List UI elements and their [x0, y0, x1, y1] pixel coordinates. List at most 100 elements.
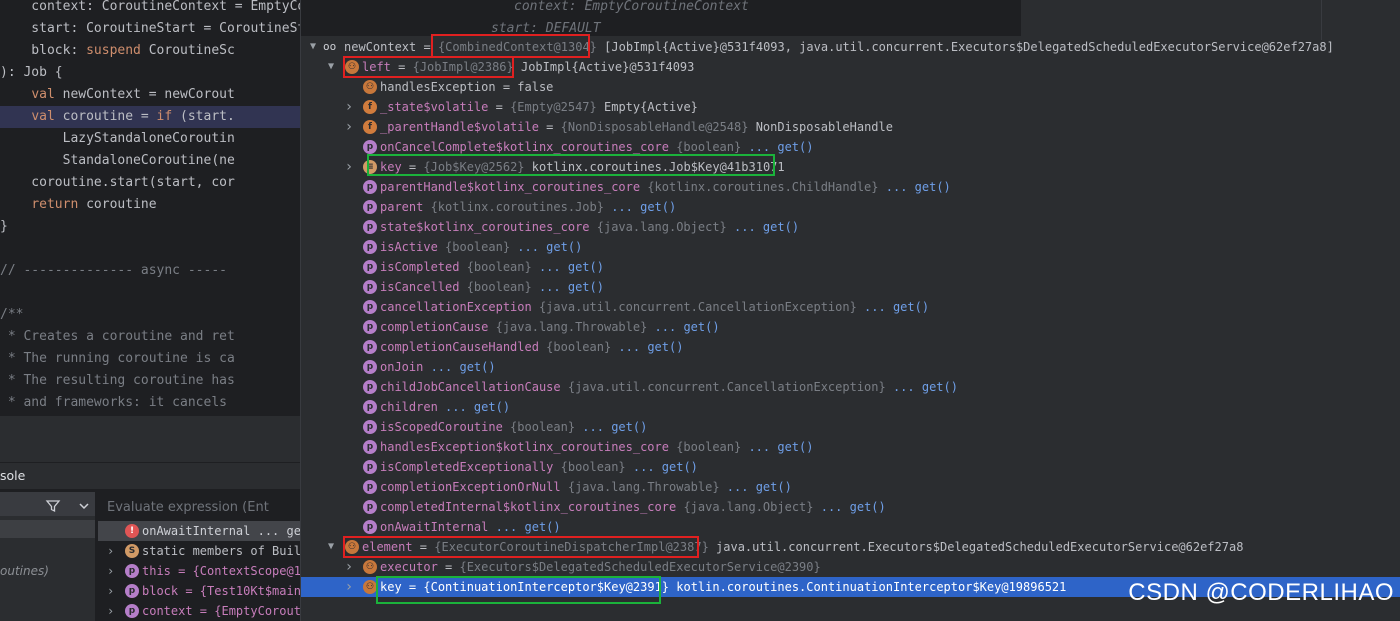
get-link[interactable]: ... get() [814, 500, 886, 514]
get-link[interactable]: ... get() [611, 340, 683, 354]
tree-row[interactable]: p completionCauseHandled {boolean} ... ge… [301, 337, 1400, 357]
tree-row[interactable]: p children ... get() [301, 397, 1400, 417]
expand-arrow-icon[interactable]: › [107, 601, 114, 621]
get-link[interactable]: ... get() [604, 200, 676, 214]
tree-row[interactable]: › f _parentHandle$volatile = {NonDisposabl… [301, 117, 1400, 137]
variable-row[interactable]: ! onAwaitInternal ... get [98, 521, 300, 541]
tree-row[interactable]: ⚇ handlesException = false [301, 77, 1400, 97]
get-link[interactable]: ... get() [647, 320, 720, 334]
tree-row-text: parentHandle$kotlinx_coroutines_core {ko… [380, 177, 951, 197]
filter-icon[interactable] [45, 498, 61, 514]
get-link[interactable]: ... get() [532, 280, 604, 294]
get-link[interactable]: ... get() [488, 520, 561, 534]
code-line: val coroutine = if (start. [0, 106, 300, 128]
tree-row-text: isActive {boolean} ... get() [380, 237, 582, 257]
tree-row-text: executor = {Executors$DelegatedScheduled… [380, 557, 821, 577]
expand-arrow-icon[interactable]: › [343, 557, 355, 577]
expand-arrow-icon[interactable]: ▼ [307, 37, 319, 57]
object-icon: ⚇ [363, 80, 377, 94]
get-link[interactable]: ... get() [423, 360, 496, 374]
expand-arrow-icon[interactable]: › [107, 561, 114, 581]
field-type: {boolean} [502, 420, 576, 434]
tree-row[interactable]: › ⚇ executor = {Executors$DelegatedSchedul… [301, 557, 1400, 577]
collapse-arrow-icon[interactable]: ▼ [325, 57, 337, 77]
selected-frame[interactable] [0, 520, 95, 538]
get-link[interactable]: ... get() [720, 480, 792, 494]
console-tab[interactable]: sole [0, 468, 25, 483]
get-link[interactable]: ... get() [532, 260, 604, 274]
tree-row[interactable]: p parentHandle$kotlinx_coroutines_core {k… [301, 177, 1400, 197]
get-link[interactable]: ... get() [741, 140, 813, 154]
chevron-down-icon[interactable] [78, 500, 90, 512]
property-icon: p [363, 140, 377, 154]
tree-row[interactable]: p onJoin ... get() [301, 357, 1400, 377]
code-line: start: CoroutineStart = CoroutineStart.D… [31, 21, 300, 36]
field-name: key [380, 160, 402, 174]
field-name: element [362, 540, 413, 554]
tree-row[interactable]: › ≡ key = {Job$Key@2562} kotlinx.coroutine… [301, 157, 1400, 177]
tree-root-row[interactable]: ▼ oo newContext = {CombinedContext@1304}… [301, 37, 1400, 57]
tree-row[interactable]: › f _state$volatile = {Empty@2547} Empty{A… [301, 97, 1400, 117]
field-type: {boolean} [437, 240, 511, 254]
variable-row[interactable]: › p context = {EmptyCorouti [98, 601, 300, 621]
property-icon: p [363, 220, 377, 234]
field-ref: {Job$Key@2562} [423, 160, 525, 174]
property-icon: p [363, 240, 377, 254]
property-icon: p [363, 300, 377, 314]
tree-row[interactable]: ▼ ⚇ left = {JobImpl@2386} JobImpl{Active}@… [301, 57, 1400, 77]
field-icon: f [363, 120, 377, 134]
get-link[interactable]: ... get() [575, 420, 647, 434]
tree-row[interactable]: p completionCause {java.lang.Throwable} .… [301, 317, 1400, 337]
tree-row[interactable]: p state$kotlinx_coroutines_core {java.lan… [301, 217, 1400, 237]
expand-arrow-icon[interactable]: › [343, 97, 355, 117]
tree-row[interactable]: p onCancelComplete$kotlinx_coroutines_cor… [301, 137, 1400, 157]
tree-row-text: onJoin ... get() [380, 357, 496, 377]
property-icon: p [363, 280, 377, 294]
expand-arrow-icon[interactable]: › [343, 157, 355, 177]
tree-row[interactable]: p cancellationException {java.util.concur… [301, 297, 1400, 317]
tree-row[interactable]: p handlesException$kotlinx_coroutines_cor… [301, 437, 1400, 457]
tree-row[interactable]: p onAwaitInternal ... get() [301, 517, 1400, 537]
equals-sign: = [538, 120, 561, 134]
tree-row[interactable]: p isScopedCoroutine {boolean} ... get() [301, 417, 1400, 437]
tree-row[interactable]: p isActive {boolean} ... get() [301, 237, 1400, 257]
tree-row[interactable]: p completionExceptionOrNull {java.lang.Th… [301, 477, 1400, 497]
get-link[interactable]: ... get() [727, 220, 799, 234]
field-name: isCancelled [380, 280, 460, 294]
field-type: {java.lang.Object} [589, 220, 727, 234]
variable-row[interactable]: › p this = {ContextScope@13 [98, 561, 300, 581]
tree-row[interactable]: p parent {kotlinx.coroutines.Job} ... get… [301, 197, 1400, 217]
tree-row-text: isCompletedExceptionally {boolean} ... g… [380, 457, 698, 477]
collapse-arrow-icon[interactable]: ▼ [325, 537, 337, 557]
field-name: _parentHandle$volatile [380, 120, 539, 134]
variable-row[interactable]: › Sstatic members of Build [98, 541, 300, 561]
expand-arrow-icon[interactable]: › [107, 541, 114, 561]
tree-row[interactable]: p completedInternal$kotlinx_coroutines_co… [301, 497, 1400, 517]
tree-row[interactable]: p childJobCancellationCause {java.util.co… [301, 377, 1400, 397]
get-link[interactable]: ... get() [626, 460, 698, 474]
equals-sign: = [437, 560, 460, 574]
code-line: * The running coroutine is ca [0, 351, 235, 366]
field-name: key [380, 580, 402, 594]
field-name: executor [380, 560, 438, 574]
expand-arrow-icon[interactable]: › [107, 581, 114, 601]
expand-arrow-icon[interactable]: › [343, 577, 355, 597]
get-link[interactable]: ... get() [879, 180, 951, 194]
tree-row[interactable]: p isCompleted {boolean} ... get() [301, 257, 1400, 277]
evaluate-expression-input[interactable]: Evaluate expression (Ent [98, 495, 300, 521]
tree-row[interactable]: ▼ ⚇ element = {ExecutorCoroutineDispatcher… [301, 537, 1400, 557]
code-editor[interactable]: context: CoroutineContext = EmptyCorouti… [0, 0, 300, 416]
get-link[interactable]: ... get() [438, 400, 510, 414]
get-link[interactable]: ... get() [857, 300, 929, 314]
frame-label[interactable]: outines) [0, 564, 49, 578]
get-link[interactable]: ... get() [741, 440, 813, 454]
variable-row[interactable]: › p block = {Test10Kt$mainS [98, 581, 300, 601]
get-link[interactable]: ... get() [510, 240, 582, 254]
field-name: onAwaitInternal [380, 520, 489, 534]
tree-row[interactable]: p isCompletedExceptionally {boolean} ... … [301, 457, 1400, 477]
tree-row[interactable]: p isCancelled {boolean} ... get() [301, 277, 1400, 297]
get-link[interactable]: ... get() [886, 380, 958, 394]
expand-arrow-icon[interactable]: › [343, 117, 355, 137]
property-icon: p [363, 340, 377, 354]
code-line: LazyStandaloneCoroutin [0, 131, 235, 146]
